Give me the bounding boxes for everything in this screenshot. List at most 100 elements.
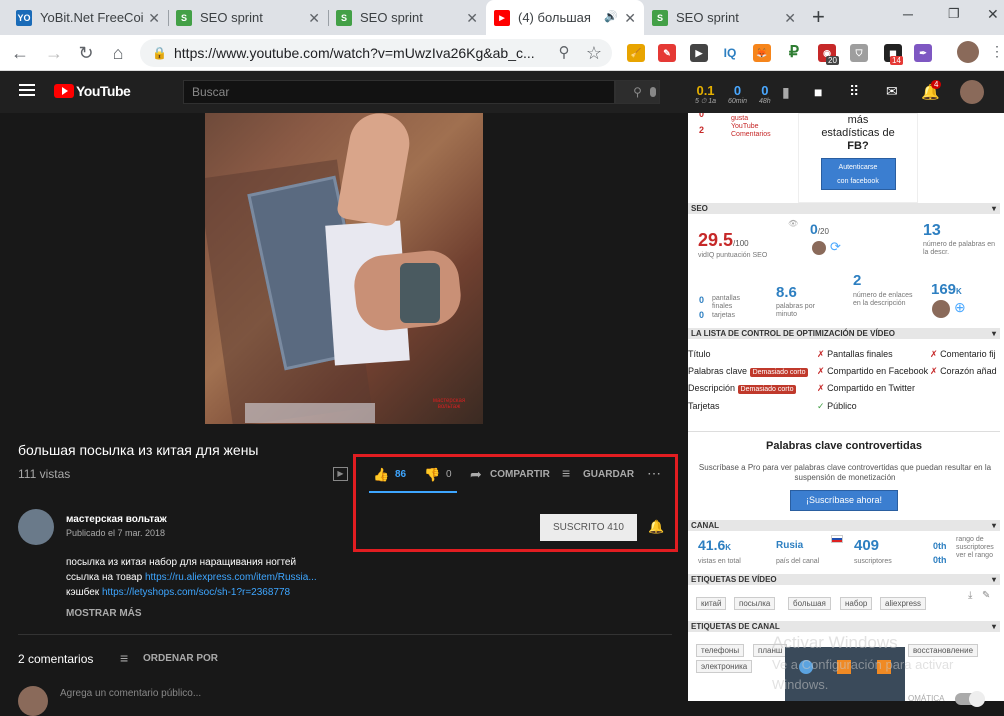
collapse-icon[interactable]: ▾	[992, 203, 996, 214]
video-tag[interactable]: посылка	[734, 597, 776, 610]
collapse-icon[interactable]: ▾	[992, 328, 996, 339]
channel-avatar[interactable]	[18, 509, 54, 545]
dislike-icon[interactable]: 👎	[424, 467, 440, 483]
checklist-public-label: Público	[827, 401, 857, 411]
checklist-section-header[interactable]: LA LISTA DE CONTROL DE OPTIMIZACIÓN DE V…	[688, 328, 1000, 339]
video-extension-icon[interactable]: ▶	[690, 44, 708, 62]
words-per-minute: 8.6	[776, 284, 797, 301]
autoplay-toggle[interactable]	[955, 691, 985, 707]
share-button[interactable]: COMPARTIR	[490, 469, 550, 480]
sort-by-button[interactable]: ORDENAR POR	[143, 653, 218, 664]
pin-extension-icon[interactable]: ✎	[658, 44, 676, 62]
bookmark-star-icon[interactable]: ☆	[582, 41, 606, 65]
profile-avatar[interactable]	[957, 41, 979, 63]
notification-bell-icon[interactable]: 🔔	[648, 519, 664, 535]
channel-tags-header-label: ETIQUETAS DE CANAL	[691, 622, 780, 631]
collapse-icon[interactable]: ▾	[992, 520, 996, 531]
collapse-icon[interactable]: ▾	[992, 621, 996, 632]
chrome-menu-icon[interactable]: ⋮	[990, 43, 1004, 60]
tab-seo-sprint-1[interactable]: S SEO sprint ✕	[168, 0, 328, 35]
more-actions-icon[interactable]: ⋯	[647, 465, 661, 482]
video-tag[interactable]: aliexpress	[880, 597, 927, 610]
channel-name[interactable]: мастерская вольтаж	[66, 514, 167, 525]
subscribe-button[interactable]: SUSCRITO 410	[540, 514, 637, 541]
channel-views-value: 41.6	[698, 537, 726, 553]
ruble-extension-icon[interactable]: ₽	[785, 44, 803, 62]
restore-icon[interactable]: ❐	[948, 6, 960, 22]
close-tab-icon[interactable]: ✕	[624, 10, 636, 27]
feather-extension-icon[interactable]: ✒	[914, 44, 932, 62]
vidiq-extension-icon[interactable]: IQ	[721, 44, 739, 62]
close-tab-icon[interactable]: ✕	[784, 10, 796, 27]
tab-yobit[interactable]: YO YoBit.Net FreeCoi ✕	[8, 0, 168, 35]
mic-icon[interactable]	[648, 87, 658, 97]
subscribe-now-button[interactable]: ¡Suscríbase ahora!	[790, 490, 898, 511]
apps-grid-icon[interactable]: ⠿	[849, 83, 859, 100]
close-tab-icon[interactable]: ✕	[308, 10, 320, 27]
user-avatar[interactable]	[960, 80, 984, 104]
playlist-add-icon[interactable]: ▶	[333, 467, 348, 481]
video-tags-section-header[interactable]: ETIQUETAS DE VÍDEO ▾	[688, 574, 1000, 585]
like-icon[interactable]: 👍	[373, 467, 389, 483]
share-icon[interactable]: ➦	[470, 466, 482, 483]
save-playlist-icon[interactable]: ≡	[562, 465, 570, 481]
video-player[interactable]: мастерская вольтаж	[205, 113, 483, 424]
channel-views-unit: K	[725, 543, 732, 552]
tab-youtube-active[interactable]: ▶ (4) большая 🔊 ✕	[486, 0, 644, 35]
reload-icon[interactable]: ↻	[74, 41, 98, 65]
search-input[interactable]: Buscar	[183, 80, 615, 104]
extension-badge-20: 20	[826, 56, 839, 65]
back-icon[interactable]: ←	[8, 41, 32, 65]
channel-tag[interactable]: электроника	[696, 660, 753, 673]
video-tag[interactable]: набор	[840, 597, 873, 610]
cards-count: 0	[699, 310, 705, 320]
new-tab-button[interactable]: +	[812, 4, 825, 30]
checklist-end-screens-label: Pantallas finales	[827, 349, 893, 359]
home-icon[interactable]: ⌂	[106, 41, 130, 65]
refresh-icon[interactable]: ⟳	[830, 239, 841, 255]
broom-extension-icon[interactable]: 🧹	[627, 44, 645, 62]
channel-tag[interactable]: восстановление	[908, 644, 979, 657]
window-close-icon[interactable]: ✕	[987, 6, 999, 23]
channel-header-label: CANAL	[691, 521, 719, 530]
facebook-auth-button[interactable]: Autenticarse con facebook	[820, 158, 896, 190]
bar-chart-icon[interactable]: ▮	[782, 84, 790, 101]
video-tag[interactable]: большая	[788, 597, 831, 610]
seo-comp-max: /20	[817, 227, 829, 236]
sort-icon[interactable]: ≡	[120, 650, 128, 666]
messages-icon[interactable]: ✉	[886, 83, 898, 100]
address-bar[interactable]: 🔒 https://www.youtube.com/watch?v=mUwzIv…	[140, 39, 612, 67]
add-comment-input[interactable]: Agrega un comentario público...	[60, 688, 201, 699]
channel-tags-section-header[interactable]: ETIQUETAS DE CANAL ▾	[688, 621, 1000, 632]
create-video-icon[interactable]: ■	[814, 84, 822, 100]
video-watermark: мастерская вольтаж	[432, 398, 466, 410]
save-button[interactable]: GUARDAR	[583, 469, 634, 480]
compare-icon[interactable]: ⊕	[954, 299, 966, 316]
youtube-logo-text[interactable]: YouTube	[76, 83, 131, 99]
aliexpress-link[interactable]: https://ru.aliexpress.com/item/Russia...	[145, 572, 317, 583]
speaker-icon[interactable]: 🔊	[604, 10, 618, 23]
close-tab-icon[interactable]: ✕	[148, 10, 160, 27]
close-tab-icon[interactable]: ✕	[466, 10, 478, 27]
shield-extension-icon[interactable]: ⛉	[850, 44, 868, 62]
metamask-extension-icon[interactable]: 🦊	[753, 44, 771, 62]
checklist-pinned-comment: ✗ Comentario fij	[930, 349, 996, 360]
hamburger-menu-icon[interactable]	[19, 84, 35, 96]
channel-views-label: vistas en total	[698, 558, 741, 565]
channel-section-header[interactable]: CANAL ▾	[688, 520, 1000, 531]
taskbar-thumbnail[interactable]	[785, 647, 905, 701]
attach-icon[interactable]: ✎	[982, 590, 990, 601]
tab-seo-sprint-2[interactable]: S SEO sprint ✕	[328, 0, 486, 35]
video-tag[interactable]: китай	[696, 597, 727, 610]
download-icon[interactable]: ⤓	[968, 590, 972, 601]
letyshops-link[interactable]: https://letyshops.com/soc/sh-1?r=2368778	[102, 587, 290, 598]
channel-tag[interactable]: телефоны	[696, 644, 745, 657]
seo-section-header[interactable]: SEO ▾	[688, 203, 1000, 214]
zoom-search-icon[interactable]: ⚲	[552, 41, 576, 65]
collapse-icon[interactable]: ▾	[992, 574, 996, 585]
tab-seo-sprint-3[interactable]: S SEO sprint ✕	[644, 0, 804, 35]
youtube-logo-icon[interactable]	[54, 84, 74, 98]
show-more-button[interactable]: MOSTRAR MÁS	[66, 608, 142, 619]
minimize-icon[interactable]: ─	[903, 6, 913, 22]
forward-icon[interactable]: →	[42, 41, 66, 65]
